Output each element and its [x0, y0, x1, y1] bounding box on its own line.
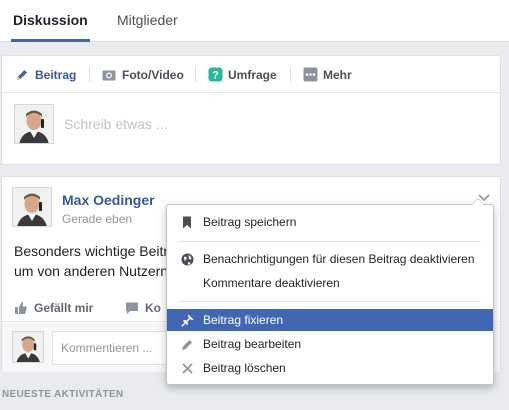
avatar[interactable]	[12, 331, 44, 363]
more-icon	[302, 67, 318, 83]
divider	[195, 67, 196, 82]
comment-button[interactable]: Ko	[125, 298, 161, 318]
post-options-menu: Beitrag speichern Benachrichtigungen für…	[166, 198, 494, 385]
avatar[interactable]	[14, 104, 54, 144]
menu-item-label: Kommentare deaktivieren	[203, 276, 340, 290]
divider	[89, 67, 90, 82]
post-timestamp[interactable]: Gerade eben	[62, 212, 132, 226]
post-author-name[interactable]: Max Oedinger	[62, 192, 155, 208]
menu-item-label: Beitrag löschen	[203, 361, 286, 375]
menu-item-disable-notifications[interactable]: Benachrichtigungen für diesen Beitrag de…	[167, 248, 493, 270]
menu-separator	[179, 241, 481, 242]
menu-item-label: Beitrag fixieren	[203, 313, 284, 327]
pencil-icon	[180, 338, 194, 351]
menu-separator	[179, 301, 481, 302]
composer-post-label: Beitrag	[35, 67, 77, 82]
pencil-icon	[14, 67, 30, 83]
menu-item-label: Beitrag bearbeiten	[203, 337, 302, 351]
tab-diskussion[interactable]: Diskussion	[11, 0, 90, 42]
menu-item-label: Beitrag speichern	[203, 215, 297, 229]
camera-icon	[101, 67, 117, 83]
menu-item-delete-post[interactable]: Beitrag löschen	[167, 357, 493, 379]
tab-mitglieder[interactable]: Mitglieder	[117, 0, 178, 42]
globe-icon	[180, 253, 194, 266]
thumbs-up-icon	[14, 301, 28, 315]
recent-activity-heading: NEUESTE AKTIVITÄTEN	[2, 389, 124, 400]
composer-actions: Beitrag Foto/Video ? Umfrage Mehr	[2, 56, 500, 93]
group-tabs-bar: Diskussion Mitglieder	[0, 0, 509, 42]
composer-photo-video-button[interactable]: Foto/Video	[101, 56, 184, 93]
pin-icon	[180, 314, 194, 327]
composer-text-input[interactable]	[64, 114, 484, 134]
composer-more-label: Mehr	[323, 67, 352, 82]
menu-item-disable-comments[interactable]: Kommentare deaktivieren	[167, 272, 493, 294]
post-composer: Beitrag Foto/Video ? Umfrage Mehr	[1, 55, 501, 165]
divider	[290, 67, 291, 82]
composer-poll-label: Umfrage	[228, 67, 277, 82]
svg-text:?: ?	[212, 70, 219, 82]
menu-item-save-post[interactable]: Beitrag speichern	[167, 211, 493, 233]
menu-item-edit-post[interactable]: Beitrag bearbeiten	[167, 333, 493, 355]
like-label: Gefällt mir	[34, 301, 94, 315]
composer-photo-video-label: Foto/Video	[122, 67, 184, 82]
bookmark-icon	[180, 216, 194, 229]
menu-item-label: Benachrichtigungen für diesen Beitrag de…	[203, 252, 475, 266]
poll-icon: ?	[207, 67, 223, 83]
avatar[interactable]	[12, 187, 52, 227]
composer-more-button[interactable]: Mehr	[302, 56, 352, 93]
comment-label: Ko	[145, 301, 161, 315]
like-button[interactable]: Gefällt mir	[14, 298, 93, 318]
close-icon	[180, 362, 194, 374]
composer-poll-button[interactable]: ? Umfrage	[207, 56, 277, 93]
comment-icon	[125, 301, 139, 315]
composer-post-tab[interactable]: Beitrag	[14, 56, 76, 93]
menu-item-pin-post[interactable]: Beitrag fixieren	[167, 309, 493, 331]
